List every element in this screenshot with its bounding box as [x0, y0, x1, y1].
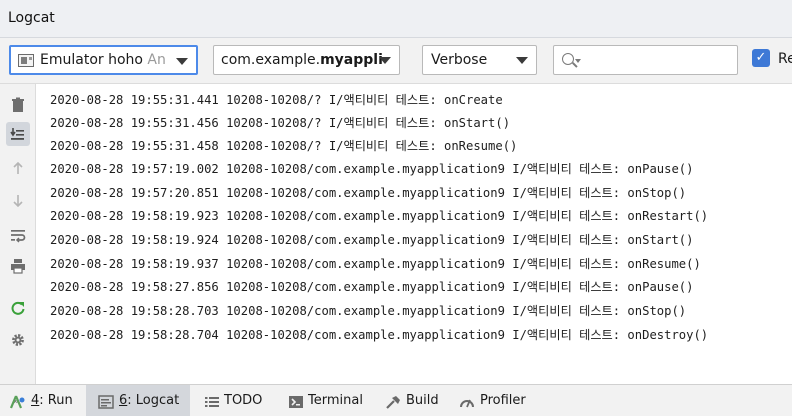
- scroll-to-end-icon: [10, 128, 24, 140]
- log-line: 2020-08-28 19:58:19.924 10208-10208/com.…: [50, 233, 694, 247]
- gear-icon: [12, 334, 24, 346]
- logcat-title-bar: Logcat: [0, 0, 792, 38]
- device-name: Emulator hoho: [40, 52, 143, 68]
- log-line: 2020-08-28 19:57:20.851 10208-10208/com.…: [50, 186, 687, 200]
- tab-terminal-label: Terminal: [308, 393, 363, 408]
- up-the-stack-button[interactable]: [6, 156, 30, 180]
- search-field[interactable]: [553, 45, 738, 75]
- process-bold: myappli: [320, 52, 383, 68]
- trash-icon: [12, 97, 24, 112]
- device-api-suffix: An: [147, 52, 166, 68]
- tab-build[interactable]: Build: [382, 385, 448, 416]
- log-line: 2020-08-28 19:58:27.856 10208-10208/com.…: [50, 280, 694, 294]
- chevron-down-icon: [379, 57, 391, 64]
- profiler-icon: [460, 399, 474, 408]
- restart-icon: [11, 301, 25, 315]
- print-button[interactable]: [6, 254, 30, 278]
- tab-build-label: Build: [406, 393, 439, 408]
- logcat-output[interactable]: 2020-08-28 19:55:31.441 10208-10208/? I/…: [37, 84, 792, 384]
- settings-button[interactable]: [6, 328, 30, 352]
- log-line: 2020-08-28 19:55:31.441 10208-10208/? I/…: [50, 93, 503, 107]
- clear-logcat-button[interactable]: [6, 93, 30, 117]
- logcat-toolbar: Emulator hoho An com.example.myappli Ver…: [0, 38, 792, 84]
- run-icon: [10, 395, 25, 409]
- soft-wrap-icon: [11, 230, 26, 243]
- log-line: 2020-08-28 19:58:28.703 10208-10208/com.…: [50, 304, 687, 318]
- print-icon: [11, 259, 25, 274]
- log-level-value: Verbose: [431, 52, 488, 68]
- process-selector[interactable]: com.example.myappli: [213, 45, 400, 75]
- tab-todo-label: TODO: [224, 393, 263, 408]
- process-name: com.example.myappli: [221, 46, 383, 74]
- build-icon: [386, 396, 400, 409]
- terminal-icon: [289, 396, 303, 408]
- tool-window-bar: » 4: Run 6: Logcat TODO Terminal Build P…: [0, 384, 792, 416]
- restart-button[interactable]: [6, 296, 30, 320]
- emulator-icon: [18, 54, 34, 67]
- arrow-up-icon: [13, 161, 23, 174]
- logcat-side-toolbar: [0, 84, 36, 384]
- chevron-down-icon: [516, 57, 528, 64]
- log-line: 2020-08-28 19:55:31.458 10208-10208/? I/…: [50, 139, 518, 153]
- tab-run-text: : Run: [39, 393, 73, 408]
- chevron-down-icon: [176, 58, 188, 65]
- process-prefix: com.example.: [221, 52, 321, 68]
- down-the-stack-button[interactable]: [6, 189, 30, 213]
- tab-logcat-text: : Logcat: [127, 393, 180, 408]
- search-icon[interactable]: [562, 53, 574, 65]
- soft-wrap-button[interactable]: [6, 223, 30, 247]
- device-name-text: Emulator hoho An: [40, 47, 166, 73]
- tab-profiler-label: Profiler: [480, 393, 526, 408]
- arrow-down-icon: [13, 195, 23, 208]
- tab-profiler[interactable]: Profiler: [456, 385, 532, 416]
- tab-logcat[interactable]: 6: Logcat: [86, 385, 190, 416]
- logcat-icon: [98, 395, 114, 409]
- scroll-to-end-button[interactable]: [6, 122, 30, 146]
- todo-icon: [205, 397, 219, 407]
- tab-run[interactable]: 4: Run: [8, 385, 80, 416]
- regex-checkbox[interactable]: ✓: [752, 49, 770, 67]
- window-title: Logcat: [8, 10, 55, 26]
- log-line: 2020-08-28 19:58:19.937 10208-10208/com.…: [50, 257, 701, 271]
- tab-terminal[interactable]: Terminal: [284, 385, 374, 416]
- search-history-chevron-icon[interactable]: [575, 59, 581, 63]
- device-selector[interactable]: Emulator hoho An: [9, 45, 198, 75]
- regex-checkbox-label: Re: [778, 51, 792, 67]
- tab-todo[interactable]: TODO: [200, 385, 274, 416]
- log-line: 2020-08-28 19:55:31.456 10208-10208/? I/…: [50, 116, 511, 130]
- log-level-selector[interactable]: Verbose: [422, 45, 537, 75]
- log-line: 2020-08-28 19:58:19.923 10208-10208/com.…: [50, 209, 709, 223]
- log-line: 2020-08-28 19:57:19.002 10208-10208/com.…: [50, 162, 694, 176]
- tab-logcat-label: 6: Logcat: [119, 385, 179, 416]
- log-line: 2020-08-28 19:58:28.704 10208-10208/com.…: [50, 328, 709, 342]
- tab-run-label: 4: Run: [31, 385, 73, 416]
